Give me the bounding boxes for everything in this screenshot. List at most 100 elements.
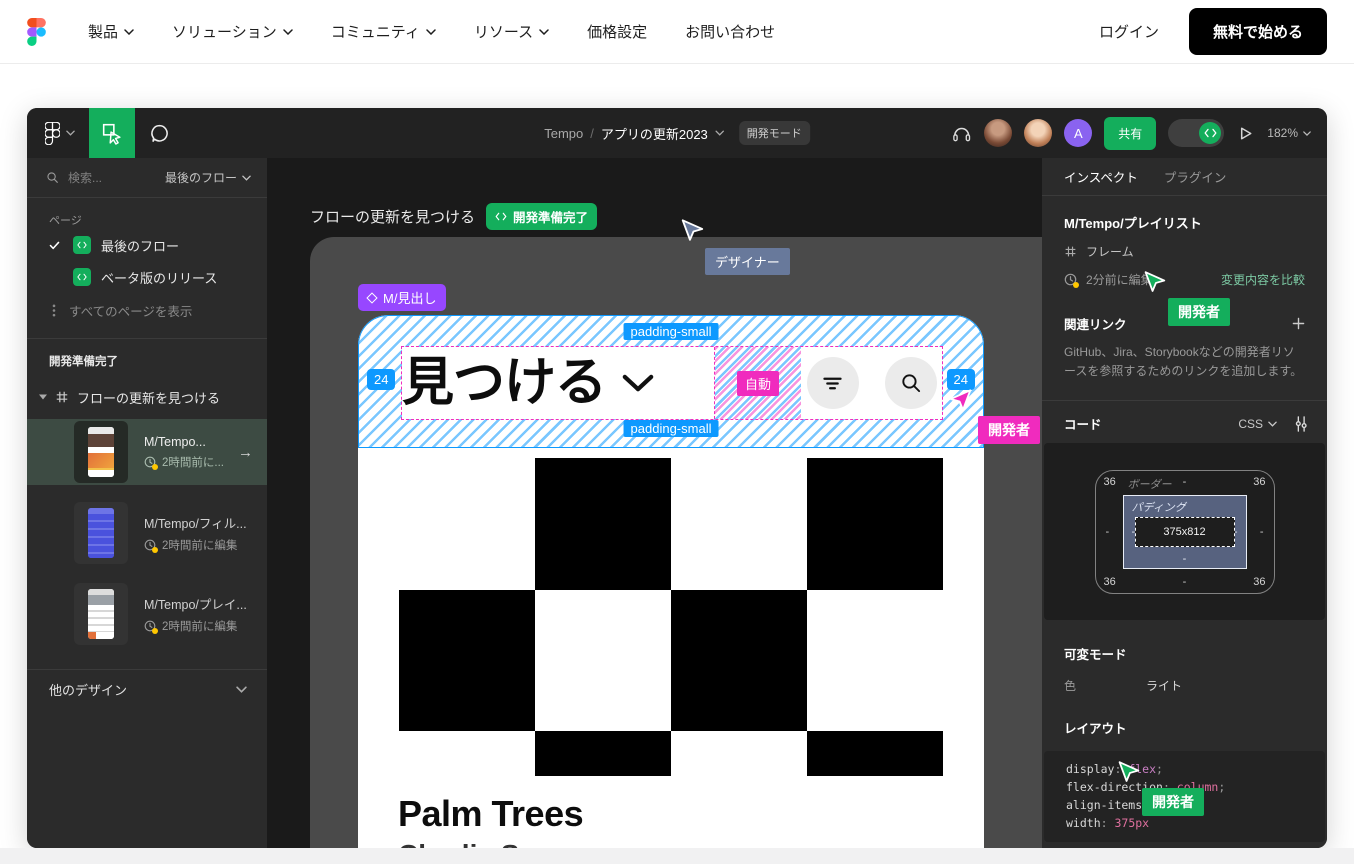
flow-filter-value: 最後のフロー	[165, 169, 237, 186]
padding-value: -	[1183, 553, 1187, 565]
layout-section-label: レイアウト	[1064, 718, 1305, 737]
frame-thumbnail	[88, 589, 114, 639]
dev-mode-toggle[interactable]	[1168, 119, 1224, 147]
zoom-menu[interactable]: 182%	[1267, 126, 1311, 140]
compare-changes-link[interactable]: 変更内容を比較	[1221, 271, 1305, 288]
page-label: ベータ版のリリース	[101, 268, 217, 287]
select-tool-icon	[100, 121, 124, 145]
sidebar-item-page[interactable]: 最後のフロー	[27, 230, 267, 260]
tab-plugins[interactable]: プラグイン	[1164, 167, 1227, 186]
collaborator-avatar[interactable]	[1024, 119, 1052, 147]
frame-list-item[interactable]: M/Tempo...2時間前に...→	[27, 419, 267, 485]
comment-tool-button[interactable]	[135, 123, 184, 144]
nav-item[interactable]: リソース	[474, 21, 549, 42]
search-input[interactable]: 検索...	[68, 169, 102, 186]
header-content-row: 見つける 自動	[401, 346, 943, 420]
plus-icon	[1292, 317, 1305, 330]
chevron-down-icon	[66, 130, 75, 136]
album-title: Palm Trees	[398, 793, 583, 835]
show-all-pages-button[interactable]: すべてのページを表示	[27, 296, 267, 324]
search-icon	[900, 372, 922, 394]
other-designs-label: 他のデザイン	[49, 680, 127, 699]
nav-item[interactable]: 製品	[88, 21, 134, 42]
designer-cursor-label: デザイナー	[705, 248, 790, 275]
nav-item[interactable]: コミュニティ	[331, 21, 436, 42]
frame-name: M/Tempo/プレイ...	[144, 594, 247, 613]
canvas[interactable]: フローの更新を見つける 開発準備完了 Palm Trees Charlie S …	[267, 158, 1042, 848]
frame-title[interactable]: フローの更新を見つける	[310, 206, 475, 227]
nav-item[interactable]: お問い合わせ	[685, 21, 775, 42]
corner-radius-value: 36	[1104, 576, 1116, 588]
measurement-left: 24	[367, 369, 395, 390]
flow-group-label: フローの更新を見つける	[77, 388, 220, 407]
nav-item[interactable]: 価格設定	[587, 21, 647, 42]
padding-box: パディング - - - - 375x812	[1123, 495, 1247, 569]
breadcrumb-separator: /	[590, 126, 594, 141]
login-link[interactable]: ログイン	[1099, 21, 1159, 42]
code-language-dropdown[interactable]: CSS	[1238, 417, 1277, 431]
figma-logo[interactable]	[27, 18, 46, 46]
frame-list-item[interactable]: M/Tempo/プレイ...2時間前に編集	[27, 581, 267, 647]
component-badge-label: M/見出し	[383, 288, 436, 307]
file-breadcrumb[interactable]: Tempo / アプリの更新2023 開発モード	[544, 121, 810, 145]
project-name[interactable]: Tempo	[544, 126, 583, 141]
main-menu-button[interactable]	[27, 122, 89, 145]
frame-thumbnail	[74, 421, 128, 483]
audio-call-icon[interactable]	[951, 123, 972, 144]
border-value: -	[1106, 526, 1110, 538]
code-icon	[1204, 128, 1217, 138]
cursor-icon	[679, 218, 705, 244]
go-to-frame-arrow[interactable]: →	[238, 444, 253, 461]
design-frame[interactable]: Palm Trees Charlie S padding-small paddi…	[358, 315, 984, 848]
page-label: 最後のフロー	[101, 236, 179, 255]
frame-list-item[interactable]: M/Tempo/フィル...2時間前に編集	[27, 500, 267, 566]
flow-filter-dropdown[interactable]: 最後のフロー	[165, 169, 251, 186]
frame-icon	[55, 390, 69, 404]
flow-group-row[interactable]: フローの更新を見つける	[27, 383, 267, 411]
sidebar-item-page[interactable]: ベータ版のリリース	[27, 262, 267, 292]
ready-for-dev-badge[interactable]: 開発準備完了	[486, 203, 597, 230]
chevron-down-icon	[622, 374, 654, 393]
nav-item-label: 価格設定	[587, 21, 647, 42]
component-diamond-icon	[366, 292, 377, 303]
select-tool-button[interactable]	[89, 108, 135, 158]
page-footer-strip	[0, 848, 1354, 864]
album-subtitle: Charlie S	[398, 839, 519, 848]
expand-triangle-icon[interactable]	[39, 394, 47, 400]
checker-cell	[399, 458, 535, 590]
frame-list: M/Tempo...2時間前に...→ M/Tempo/フィル...2時間前に編集…	[27, 419, 267, 662]
share-button[interactable]: 共有	[1104, 117, 1156, 150]
component-badge[interactable]: M/見出し	[358, 284, 446, 311]
dev-ready-chip-icon	[73, 268, 91, 286]
checker-cell	[399, 590, 535, 731]
filter-button[interactable]	[807, 357, 859, 409]
present-play-icon[interactable]	[1236, 124, 1255, 143]
developer-cursor-label: 開発者	[1168, 298, 1230, 326]
color-mode-value[interactable]: ライト	[1146, 677, 1182, 694]
padding-token-bottom: padding-small	[624, 420, 719, 437]
user-avatar[interactable]: A	[1064, 119, 1092, 147]
other-designs-section[interactable]: 他のデザイン	[27, 670, 267, 708]
checker-cell	[535, 731, 671, 776]
code-settings-button[interactable]	[1293, 415, 1309, 433]
site-menu: 製品 ソリューション コミュニティ リソース 価格設定 お問い合わせ	[88, 21, 775, 42]
collaborator-avatar[interactable]	[984, 119, 1012, 147]
chevron-down-icon	[1303, 131, 1311, 136]
filter-icon	[822, 375, 843, 392]
left-sidebar: 検索... 最後のフロー ページ 最後のフロー ベータ版のリリース すべてのペー…	[27, 158, 267, 848]
tab-inspect[interactable]: インスペクト	[1064, 167, 1138, 186]
corner-radius-value: 36	[1104, 476, 1116, 488]
frame-edited-time: 2時間前に編集	[144, 537, 247, 553]
frame-size-value: 375x812	[1135, 517, 1235, 547]
related-links-hint: GitHub、Jira、Storybookなどの開発者リソースを参照するためのリ…	[1064, 343, 1305, 380]
file-name[interactable]: アプリの更新2023	[601, 124, 708, 143]
search-button[interactable]	[885, 357, 937, 409]
nav-item[interactable]: ソリューション	[172, 21, 293, 42]
add-link-button[interactable]	[1292, 317, 1305, 330]
color-mode-key: 色	[1064, 677, 1146, 694]
edited-clock-icon	[1064, 273, 1077, 286]
checker-cell	[399, 731, 535, 776]
box-model: 36 36 36 36 ボーダー - - - - パディング - - - -	[1095, 470, 1275, 594]
chevron-down-icon[interactable]	[715, 130, 724, 136]
signup-cta-button[interactable]: 無料で始める	[1189, 8, 1327, 55]
